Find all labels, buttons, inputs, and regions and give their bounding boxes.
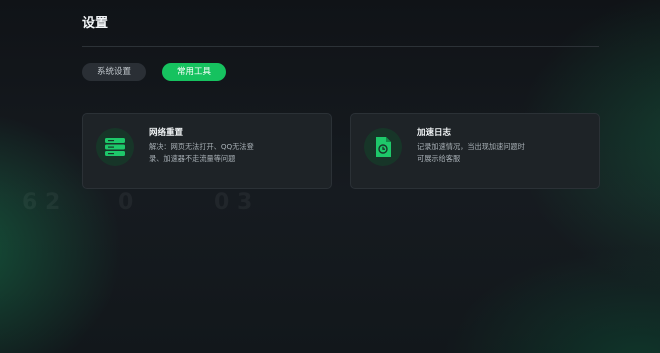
log-file-icon xyxy=(364,128,402,166)
tool-title: 网络重置 xyxy=(149,128,184,138)
background-ghost-text: 0 xyxy=(118,190,134,215)
tool-card-network-reset[interactable]: 网络重置 解决：网页无法打开、QQ无法登 录、加速器不走流量等问题 xyxy=(82,113,332,189)
settings-tabs: 系统设置 常用工具 xyxy=(82,63,227,81)
tool-description-line: 解决：网页无法打开、QQ无法登 xyxy=(149,142,254,151)
page-title: 设置 xyxy=(82,16,109,31)
background-ghost-text: 6 2 xyxy=(22,190,61,215)
tab-common-tools[interactable]: 常用工具 xyxy=(162,63,227,81)
tab-system-settings[interactable]: 系统设置 xyxy=(82,63,147,81)
background-ghost-text: 0 3 xyxy=(214,190,253,215)
tool-card-acceleration-log[interactable]: 加速日志 记录加速情况，当出现加速问题时 可展示给客服 xyxy=(350,113,600,189)
tool-description: 解决：网页无法打开、QQ无法登 录、加速器不走流量等问题 xyxy=(149,141,319,165)
header-divider xyxy=(82,46,599,47)
tool-description: 记录加速情况，当出现加速问题时 可展示给客服 xyxy=(417,141,587,165)
tool-title: 加速日志 xyxy=(417,128,452,138)
tool-description-line: 记录加速情况，当出现加速问题时 xyxy=(417,142,525,151)
tool-description-line: 录、加速器不走流量等问题 xyxy=(149,154,236,163)
server-reset-icon xyxy=(96,128,134,166)
tool-description-line: 可展示给客服 xyxy=(417,154,461,163)
